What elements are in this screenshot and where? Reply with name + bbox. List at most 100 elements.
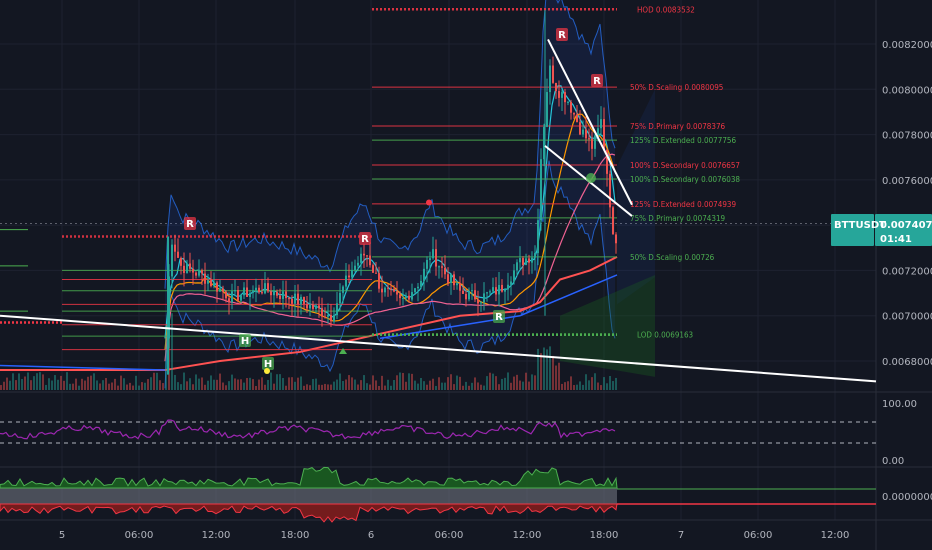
volume-bar [6, 377, 8, 390]
volume-bar [450, 374, 452, 390]
candle-body [336, 303, 338, 316]
volume-bar [396, 375, 398, 390]
x-tick-label: 5 [59, 530, 65, 541]
volume-bar [465, 381, 467, 390]
volume-bar [78, 385, 80, 390]
volume-bar [180, 384, 182, 390]
candle-body [174, 244, 176, 252]
volume-bar [201, 377, 203, 390]
candle-body [345, 275, 347, 287]
candle-body [579, 122, 581, 135]
volume-bar [528, 381, 530, 390]
candle-body [357, 262, 359, 266]
volume-bar [453, 384, 455, 390]
volume-bar [120, 375, 122, 390]
candle-body [171, 244, 173, 277]
volume-bar [582, 384, 584, 390]
candle-body [312, 304, 314, 309]
volume-bar [243, 382, 245, 390]
volume-bar [3, 381, 5, 390]
volume-bar [324, 383, 326, 390]
candle-body [258, 287, 260, 293]
volume-bar [426, 384, 428, 390]
candle-body [387, 287, 389, 289]
candle-body [273, 291, 275, 296]
volume-bar [405, 381, 407, 390]
candle-body [498, 284, 500, 295]
volume-bar [291, 377, 293, 390]
volume-bar [411, 373, 413, 390]
candle-body [612, 207, 614, 235]
volume-bar [144, 382, 146, 390]
candle-body [432, 249, 434, 259]
symbol-label: BTTUSDT [834, 220, 886, 231]
marker-label: R [495, 312, 503, 323]
candle-body [564, 92, 566, 103]
candle-body [285, 291, 287, 299]
candle-body [471, 290, 473, 292]
volume-bar [312, 379, 314, 390]
candle-body [591, 138, 593, 149]
volume-bar [153, 372, 155, 390]
volume-bar [105, 378, 107, 390]
volume-bar [246, 378, 248, 390]
volume-bar [27, 372, 29, 390]
volume-bar [513, 376, 515, 390]
volume-bar [171, 313, 173, 390]
marker-label: R [361, 234, 369, 245]
level-label: 75% D.Primary 0.0074319 [630, 214, 726, 223]
volume-bar [264, 384, 266, 390]
volume-bar [123, 378, 125, 390]
volume-bar [483, 385, 485, 390]
volume-bar [66, 372, 68, 390]
candle-body [438, 266, 440, 268]
volume-bar [423, 381, 425, 390]
candle-body [270, 291, 272, 296]
volume-bar [210, 375, 212, 390]
volume-bar [0, 385, 2, 390]
volume-bar [477, 382, 479, 390]
candle-body [399, 294, 401, 299]
y-tick-label: 0.0076000 [882, 176, 932, 187]
volume-bar [225, 385, 227, 390]
volume-bar [309, 385, 311, 390]
marker-label: R [558, 30, 566, 41]
volume-bar [39, 372, 41, 390]
volume-bar [234, 378, 236, 390]
candle-body [186, 263, 188, 273]
candle-body [582, 129, 584, 135]
volume-bar [63, 380, 65, 390]
volume-bar [93, 373, 95, 390]
candle-body [513, 270, 515, 282]
candle-body [228, 298, 230, 303]
volume-bar [207, 380, 209, 390]
marker-label: R [186, 219, 194, 230]
candle-body [600, 119, 602, 129]
rsi-tick-label: 0.00 [882, 456, 904, 467]
candle-body [525, 258, 527, 265]
candle-body [558, 91, 560, 98]
volume-bar [369, 384, 371, 390]
candle-body [381, 288, 383, 293]
candle-body [189, 263, 191, 269]
candle-body [570, 101, 572, 113]
volume-bar [318, 384, 320, 390]
volume-bar [576, 384, 578, 390]
volume-bar [546, 349, 548, 390]
candle-body [555, 82, 557, 92]
x-tick-label: 7 [678, 530, 684, 541]
price-chart[interactable]: HOD 0.0083532 50% D.Scaling 0.0080095 75% … [0, 0, 932, 550]
candle-body [408, 295, 410, 300]
candle-body [450, 274, 452, 283]
volume-bar [195, 374, 197, 390]
candle-body [405, 295, 407, 298]
candle-body [531, 257, 533, 263]
candle-body [402, 297, 404, 299]
volume-bar [54, 375, 56, 390]
volume-bar [579, 381, 581, 390]
volume-bar [564, 382, 566, 390]
volume-bar [525, 372, 527, 390]
volume-bar [333, 381, 335, 390]
candle-body [546, 92, 548, 127]
volume-bar [351, 377, 353, 390]
